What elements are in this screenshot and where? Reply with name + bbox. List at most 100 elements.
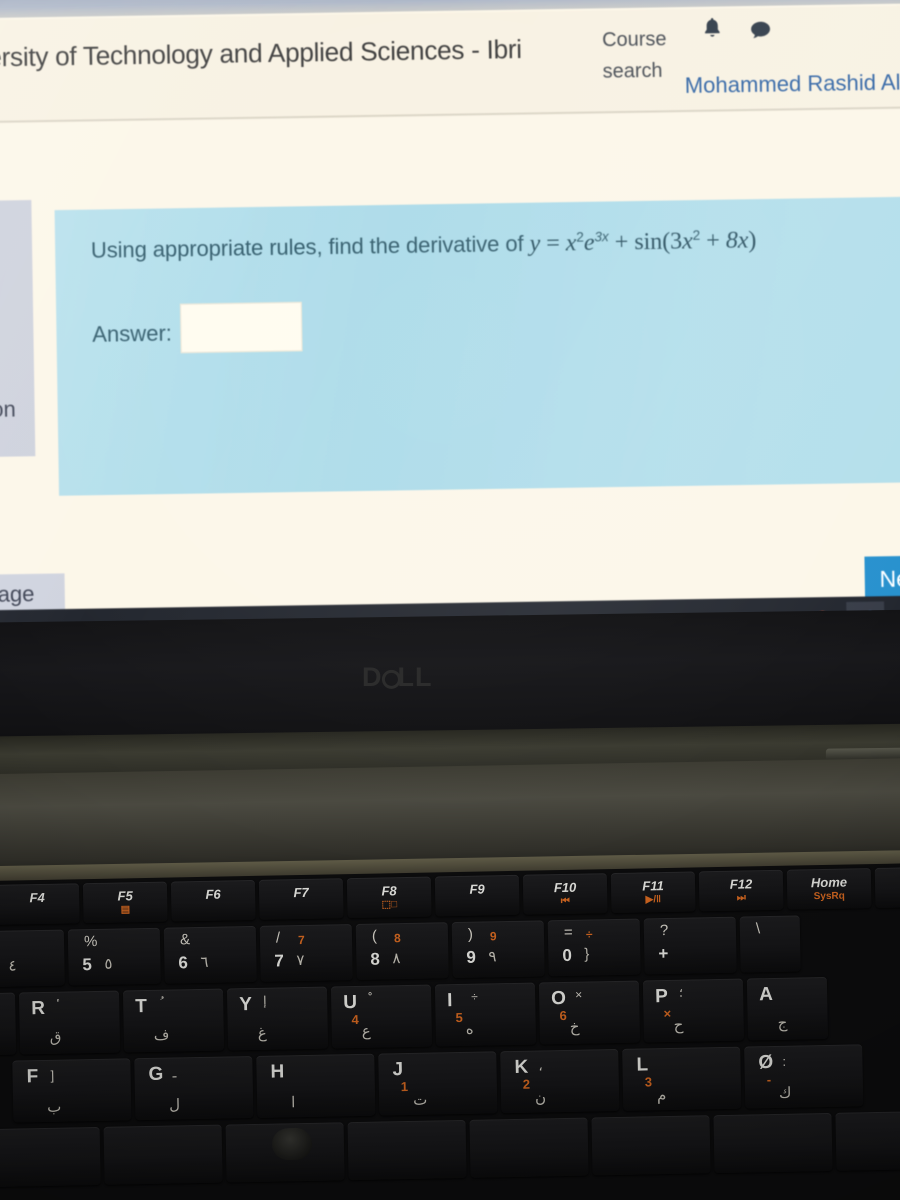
- num-key-0[interactable]: = ÷ 0}: [547, 918, 641, 977]
- key-fn-label: -: [766, 1072, 772, 1088]
- home-key-[interactable]: :-Øك: [744, 1044, 864, 1109]
- qwerty-key-t[interactable]: ُ T ف: [122, 988, 225, 1053]
- key-primary-label: A: [758, 983, 774, 1006]
- qwerty-key-r[interactable]: ٔ R ق: [18, 990, 121, 1055]
- bottom-key-k5[interactable]: [591, 1115, 711, 1176]
- math-plus-2: +: [705, 227, 720, 254]
- num-key-8[interactable]: (8 8 ٨: [355, 922, 449, 980]
- key-primary-label: Home: [810, 874, 848, 891]
- qwerty-key-o[interactable]: × 6 O خ: [538, 980, 641, 1045]
- math-plus: +: [614, 228, 629, 255]
- math-sin: sin: [634, 227, 663, 255]
- key-arabic-label: خ: [569, 1018, 580, 1036]
- key-primary-label: Ø: [758, 1051, 774, 1074]
- key-primary-label: J: [392, 1059, 404, 1081]
- num-key-9[interactable]: ) 9 9 ٩: [451, 920, 545, 979]
- qwerty-key-u[interactable]: ْ 4 U ع: [330, 984, 433, 1049]
- key-arabic-label: }: [584, 945, 590, 963]
- keyboard-number-row: ¤4٤%5٥&6٦/77٧(88٨)99٩=÷0}?+\: [0, 913, 900, 988]
- fn-key-f11[interactable]: ▶/‖ F11: [610, 871, 696, 914]
- home-key-f[interactable]: ] F ب: [12, 1058, 132, 1123]
- bottom-key-k0[interactable]: [0, 1126, 101, 1188]
- fn-key-f5[interactable]: ▤ F5: [82, 881, 168, 924]
- key-primary-label: Y: [239, 993, 253, 1016]
- bell-icon[interactable]: [698, 15, 726, 43]
- home-key-g[interactable]: ـGل: [134, 1055, 254, 1121]
- answer-input[interactable]: [179, 301, 303, 354]
- key-secondary-label: ×: [574, 987, 583, 1002]
- next-button[interactable]: Next: [864, 554, 900, 601]
- fn-key-home[interactable]: SysRq Home: [786, 868, 872, 910]
- bottom-key-k7[interactable]: [835, 1110, 900, 1171]
- qwerty-key-[interactable]: ث: [0, 992, 17, 1057]
- keyboard-qwerty-row: ثٔRقُTفإYغْ4Uع÷5Iه×6Oخ؛×PحAج: [0, 975, 900, 1057]
- key-arabic-label: ل: [168, 1096, 181, 1114]
- num-key-5[interactable]: % 5 ٥: [67, 927, 161, 986]
- key-primary-label: 9: [466, 947, 477, 967]
- bottom-key-k3[interactable]: [347, 1119, 467, 1181]
- this-page-label[interactable]: s page: [0, 582, 35, 608]
- key-primary-label: T: [135, 996, 148, 1018]
- math-e-exponent: 3x: [594, 228, 609, 245]
- key-primary-label: U: [343, 991, 358, 1014]
- key-primary-label: F8: [381, 883, 397, 899]
- user-name-link[interactable]: Mohammed Rashid Al A: [685, 71, 900, 100]
- key-primary-label: F4: [29, 889, 45, 906]
- home-key-j[interactable]: 1Jت: [378, 1051, 498, 1116]
- num-key-6[interactable]: & 6 ٦: [163, 925, 257, 984]
- sidebar-item-question[interactable]: estion: [0, 398, 16, 424]
- key-arabic-label: ٥: [104, 955, 113, 973]
- key-fn-label: 8: [393, 931, 401, 946]
- key-primary-label: R: [31, 997, 46, 1020]
- qwerty-key-a[interactable]: Aج: [746, 976, 829, 1041]
- bottom-key-k4[interactable]: [469, 1117, 589, 1178]
- num-key-7[interactable]: /7 7 ٧: [259, 924, 353, 982]
- key-primary-label: F9: [469, 881, 485, 897]
- qwerty-key-i[interactable]: ÷ 5 I ه: [434, 982, 537, 1047]
- fn-key-f4[interactable]: F4: [0, 883, 80, 925]
- num-key-[interactable]: \: [739, 915, 801, 973]
- key-arabic-label: ه: [465, 1020, 474, 1038]
- question-panel: Using appropriate rules, find the deriva…: [54, 196, 900, 496]
- key-primary-label: G: [148, 1063, 164, 1085]
- trackpoint-nub[interactable]: [271, 1127, 313, 1161]
- qwerty-key-y[interactable]: إYغ: [226, 986, 329, 1051]
- fn-key-f12[interactable]: ⏭ F12: [698, 869, 784, 912]
- chat-bubble-icon[interactable]: [747, 18, 775, 44]
- course-search-label[interactable]: Course search: [602, 24, 697, 88]
- key-secondary-label: =: [563, 923, 573, 941]
- key-fn-label: ▤: [120, 904, 131, 916]
- bottom-key-k1[interactable]: [103, 1124, 223, 1185]
- key-primary-label: 8: [370, 949, 381, 969]
- dell-logo-d: D: [362, 662, 383, 692]
- dell-logo: D LL: [362, 662, 458, 696]
- math-three: 3: [669, 227, 683, 255]
- fn-key-f7[interactable]: F7: [258, 878, 344, 920]
- home-key-k[interactable]: ، 2 K ن: [500, 1048, 620, 1114]
- home-key-h[interactable]: Hا: [256, 1053, 376, 1118]
- key-fn-label: 9: [489, 929, 497, 944]
- key-arabic-label: ح: [673, 1016, 684, 1034]
- key-primary-label: 7: [274, 951, 285, 971]
- key-fn-label: ×: [663, 1005, 672, 1022]
- fn-key-f9[interactable]: F9: [434, 874, 520, 917]
- key-fn-label: 2: [522, 1076, 531, 1092]
- fn-key-f10[interactable]: ⏮ F10: [522, 873, 608, 915]
- num-key-4[interactable]: ¤4٤: [0, 929, 65, 988]
- math-x2-exponent: 2: [692, 227, 701, 244]
- fn-key-end[interactable]: PrtScEnd: [874, 866, 900, 908]
- fn-key-f8[interactable]: ⬚□ F8: [346, 876, 432, 919]
- monitor-screen: versity of Technology and Applied Scienc…: [0, 0, 900, 642]
- qwerty-key-p[interactable]: ؛ × P ح: [642, 978, 745, 1043]
- key-primary-label: F12: [729, 876, 753, 892]
- key-arabic-label: ق: [49, 1028, 62, 1046]
- key-arabic-label: ن: [534, 1089, 547, 1107]
- fn-key-f6[interactable]: F6: [170, 879, 256, 922]
- key-fn-label: SysRq: [813, 890, 845, 903]
- bottom-key-k6[interactable]: [713, 1112, 833, 1174]
- key-primary-label: F11: [642, 878, 664, 894]
- num-key-[interactable]: ? +: [643, 916, 737, 975]
- home-key-l[interactable]: 3Lم: [622, 1046, 742, 1111]
- photo-of-laptop-screen: versity of Technology and Applied Scienc…: [0, 0, 900, 1200]
- key-secondary-label: &: [179, 931, 191, 949]
